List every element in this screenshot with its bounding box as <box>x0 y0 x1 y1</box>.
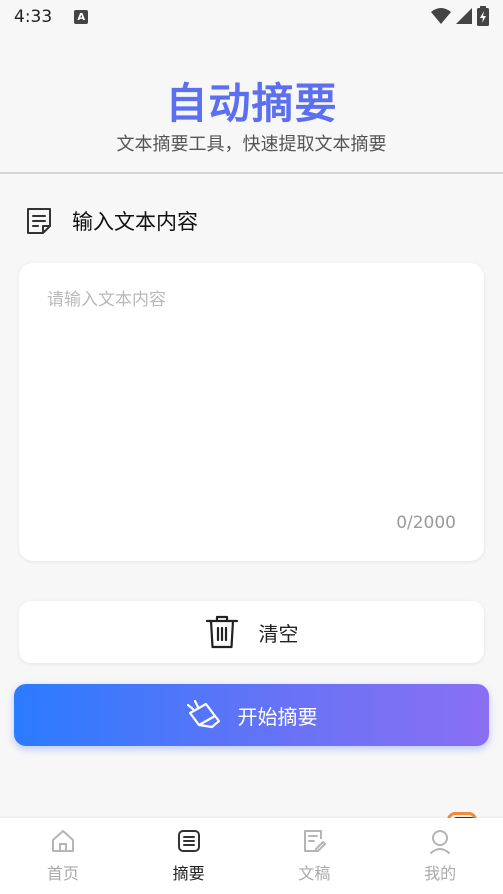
header-divider <box>0 172 503 174</box>
clear-button-label: 清空 <box>258 621 299 646</box>
page-subtitle: 文本摘要工具，快速提取文本摘要 <box>116 134 387 155</box>
clear-button[interactable]: 清空 <box>19 601 484 663</box>
signal-icon <box>456 8 472 24</box>
document-icon <box>27 208 51 234</box>
status-icons <box>431 6 489 26</box>
start-summary-label: 开始摘要 <box>237 704 318 729</box>
notification-icon: A <box>74 10 89 24</box>
input-section-title: 输入文本内容 <box>72 210 198 234</box>
text-input-card: 0/2000 <box>19 263 484 561</box>
trash-icon <box>205 615 238 649</box>
input-section-header: 输入文本内容 <box>24 206 198 236</box>
battery-icon <box>477 6 489 26</box>
tab-home-label: 首页 <box>46 864 79 883</box>
tab-summary[interactable]: 摘要 <box>126 818 252 894</box>
char-count: 0/2000 <box>396 513 456 533</box>
tab-profile[interactable]: 我的 <box>377 818 503 894</box>
start-summary-button[interactable]: 开始摘要 <box>14 684 489 746</box>
magic-wand-icon <box>186 699 220 729</box>
tab-home[interactable]: 首页 <box>0 818 126 894</box>
text-input[interactable] <box>47 285 467 505</box>
status-time: 4:33 <box>14 7 53 27</box>
home-icon <box>51 830 74 852</box>
tab-document[interactable]: 文稿 <box>252 818 378 894</box>
summary-icon <box>177 830 200 852</box>
tab-document-label: 文稿 <box>298 864 331 883</box>
status-bar: 4:33 A <box>0 0 503 34</box>
page-title: 自动摘要 <box>165 79 338 128</box>
bottom-tab-bar: 首页 摘要 文稿 我的 <box>0 818 503 894</box>
tab-summary-label: 摘要 <box>172 864 205 883</box>
wifi-icon <box>431 8 451 24</box>
document-edit-icon <box>304 830 327 852</box>
page-header: 自动摘要 文本摘要工具，快速提取文本摘要 <box>0 76 503 158</box>
tab-profile-label: 我的 <box>424 864 457 883</box>
profile-icon <box>430 830 451 854</box>
